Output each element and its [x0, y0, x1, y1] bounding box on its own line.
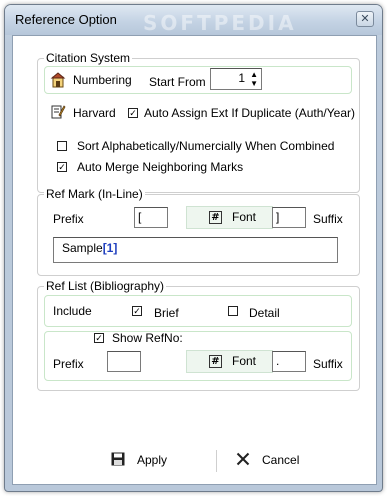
sample-text: Sample	[62, 241, 103, 255]
ref-list-group: Ref List (Bibliography) Include ✓ Brief …	[37, 279, 360, 391]
window-title: Reference Option	[15, 12, 117, 27]
ref-mark-prefix-label: Prefix	[53, 212, 84, 226]
ref-mark-font-label: Font	[232, 210, 257, 224]
ref-mark-prefix-value: [	[138, 210, 142, 224]
include-label: Include	[53, 304, 92, 318]
citation-system-group: Citation System Numbering Start From 1 ▲…	[37, 51, 360, 193]
ref-mark-suffix-value: ]	[276, 210, 280, 224]
ref-mark-title: Ref Mark (In-Line)	[44, 187, 145, 201]
auto-assign-label: Auto Assign Ext If Duplicate (Auth/Year)	[144, 106, 356, 120]
show-refno-label: Show RefNo:	[112, 331, 183, 345]
ref-mark-font-button[interactable]: # Font	[186, 206, 273, 229]
auto-merge-checkbox[interactable]: ✓	[57, 162, 67, 172]
save-icon	[111, 452, 125, 466]
sort-label: Sort Alphabetically/Numercially When Com…	[77, 139, 335, 153]
sample-mark: [1]	[102, 241, 118, 255]
font-icon: #	[209, 211, 222, 224]
spin-up-icon[interactable]: ▲	[250, 70, 258, 79]
harvard-label[interactable]: Harvard	[73, 106, 116, 120]
spin-down-icon[interactable]: ▼	[250, 79, 258, 88]
ref-mark-group: Ref Mark (In-Line) Prefix [ # Font ] Suf…	[37, 187, 360, 276]
close-button[interactable]: ✕	[356, 11, 374, 27]
citation-system-title: Citation System	[44, 51, 133, 65]
auto-merge-label: Auto Merge Neighboring Marks	[77, 160, 244, 174]
detail-checkbox[interactable]	[228, 306, 238, 316]
ref-mark-prefix-input[interactable]: [	[134, 207, 168, 228]
brief-checkbox[interactable]: ✓	[132, 306, 142, 316]
sort-checkbox[interactable]	[57, 141, 67, 151]
start-from-value: 1	[238, 71, 245, 85]
close-icon: ✕	[360, 13, 370, 25]
show-refno-checkbox[interactable]: ✓	[94, 333, 104, 343]
start-from-spinner[interactable]: 1 ▲ ▼	[210, 68, 262, 90]
ref-list-title: Ref List (Bibliography)	[44, 279, 167, 293]
apply-label: Apply	[137, 453, 168, 467]
ref-list-prefix-input[interactable]	[107, 351, 141, 372]
button-separator	[216, 450, 217, 472]
harvard-icon	[51, 105, 66, 119]
detail-label: Detail	[249, 306, 280, 320]
cancel-label: Cancel	[262, 453, 300, 467]
cancel-button[interactable]: Cancel	[236, 448, 316, 472]
brief-label: Brief	[154, 306, 179, 320]
start-from-label: Start From	[149, 75, 206, 89]
watermark: SOFTPEDIA	[143, 11, 297, 35]
dialog-window: Reference Option SOFTPEDIA ✕ Citation Sy…	[4, 4, 383, 492]
font-icon: #	[209, 355, 222, 368]
auto-assign-checkbox[interactable]: ✓	[128, 108, 138, 118]
numbering-icon	[50, 72, 66, 88]
ref-list-font-button[interactable]: # Font	[186, 350, 273, 373]
ref-mark-suffix-label: Suffix	[313, 212, 343, 226]
ref-list-prefix-label: Prefix	[53, 357, 84, 371]
dialog-body: Citation System Numbering Start From 1 ▲…	[12, 35, 377, 485]
ref-list-suffix-label: Suffix	[313, 357, 343, 371]
numbering-label[interactable]: Numbering	[73, 73, 132, 87]
sample-preview: Sample[1]	[53, 237, 338, 263]
ref-list-suffix-value: .	[276, 354, 280, 368]
ref-list-font-label: Font	[232, 354, 257, 368]
cancel-icon	[236, 452, 250, 466]
apply-button[interactable]: Apply	[111, 448, 191, 472]
ref-mark-suffix-input[interactable]: ]	[272, 207, 306, 228]
title-bar[interactable]: Reference Option SOFTPEDIA ✕	[5, 5, 382, 35]
ref-list-suffix-input[interactable]: .	[272, 351, 306, 372]
